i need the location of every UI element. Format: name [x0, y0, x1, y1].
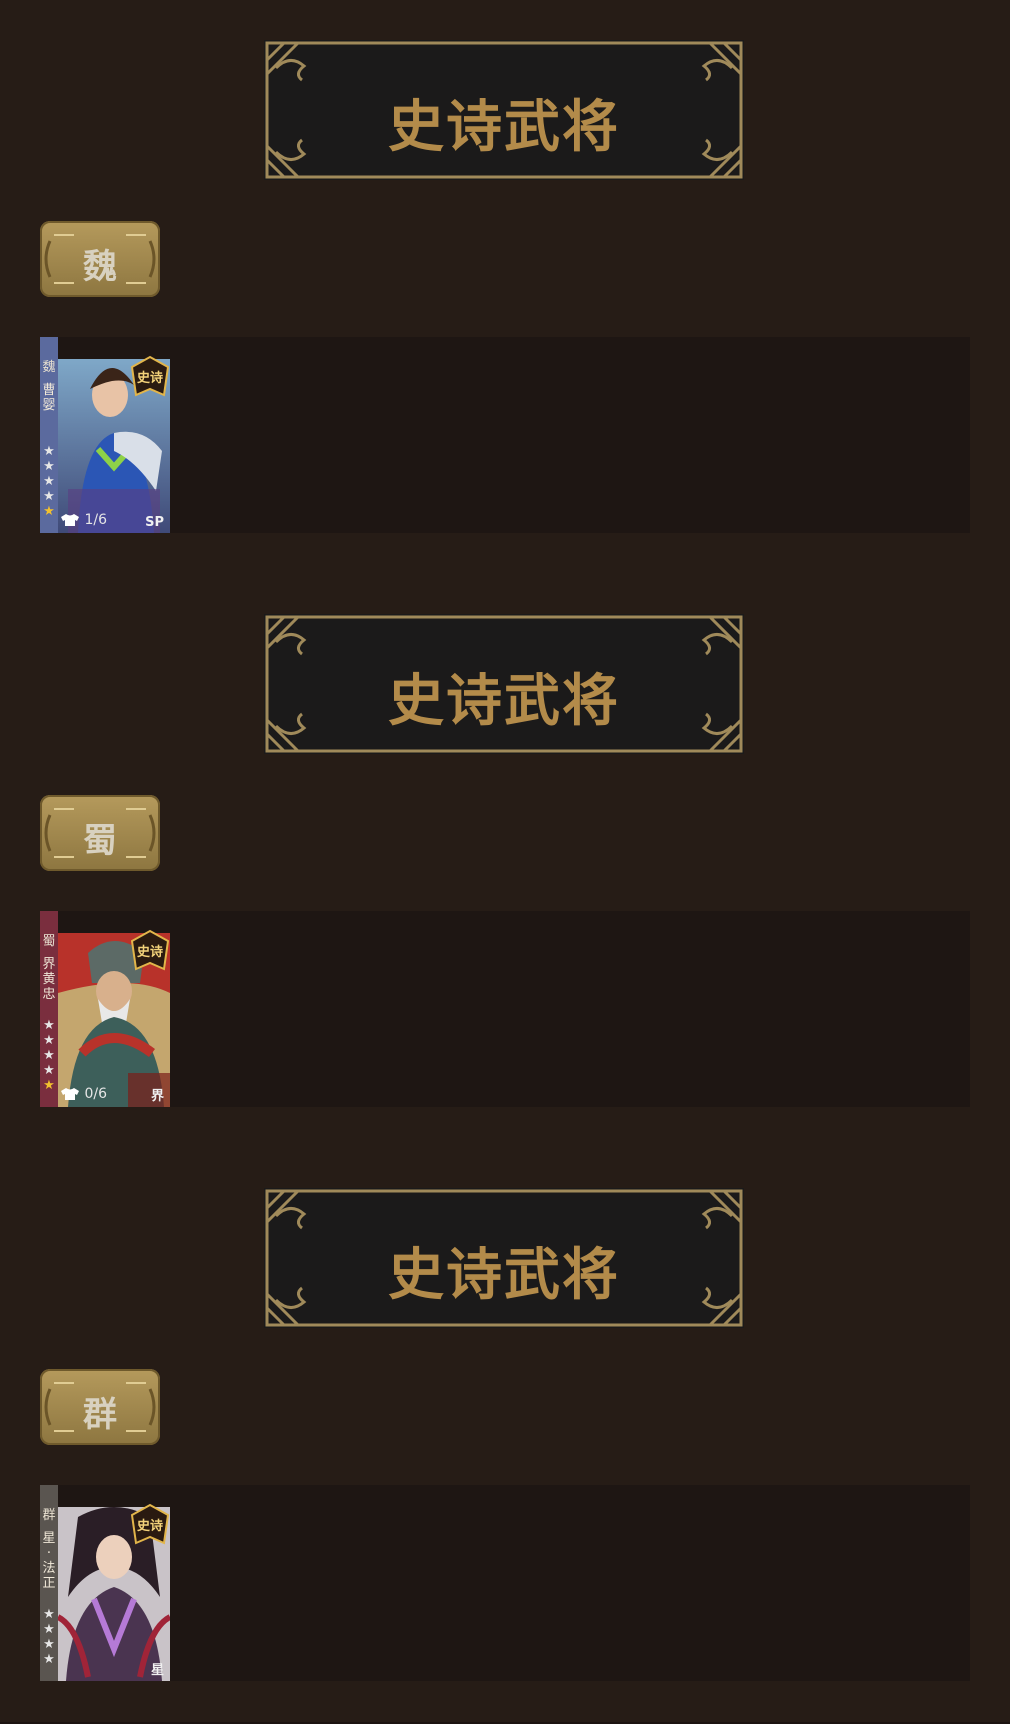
epic-badge-icon: 史诗	[130, 355, 170, 397]
hero-card[interactable]: 蜀 界黄忠 ★ ★ ★ ★ ★ 史诗 0/6 界	[40, 911, 170, 1107]
hero-faction-mark: 魏	[42, 360, 56, 375]
star-icon: ★	[43, 1622, 55, 1637]
faction-tab-shu[interactable]: 蜀	[40, 795, 160, 871]
faction-label: 魏	[83, 247, 117, 287]
skin-count: 1/6	[60, 511, 107, 529]
star-icon: ★	[43, 1018, 55, 1033]
svg-text:史诗: 史诗	[137, 944, 163, 960]
section-title: 史诗武将	[388, 95, 620, 160]
hero-type-badge: 星	[150, 1663, 164, 1678]
skin-count-text: 1/6	[84, 512, 107, 528]
star-rating: ★ ★ ★ ★ ★	[42, 444, 56, 519]
hero-name: 界黄忠	[42, 957, 56, 1002]
section-epic-shu: 史诗武将 蜀 蜀 界黄忠 ★ ★ ★ ★ ★ 史诗 0/6 界	[0, 574, 1010, 1150]
shirt-icon	[61, 514, 79, 526]
hero-type-badge: 界	[150, 1089, 164, 1104]
star-icon: ★	[43, 474, 55, 489]
section-title: 史诗武将	[388, 1243, 620, 1308]
skin-count-text: 0/6	[84, 1086, 107, 1102]
hero-list: 魏 曹婴 ★ ★ ★ ★ ★ 史诗 1/6 SP	[40, 337, 970, 533]
star-icon: ★	[43, 504, 55, 519]
star-icon: ★	[43, 444, 55, 459]
star-icon: ★	[43, 489, 55, 504]
star-icon: ★	[43, 1063, 55, 1078]
hero-list: 群 星·法正 ★ ★ ★ ★ 史诗 星	[40, 1485, 970, 1681]
svg-text:史诗: 史诗	[137, 370, 163, 386]
star-rating: ★ ★ ★ ★ ★	[42, 1018, 56, 1093]
star-icon: ★	[43, 1652, 55, 1667]
star-icon: ★	[43, 1078, 55, 1093]
faction-label: 蜀	[83, 821, 117, 861]
star-icon: ★	[43, 1607, 55, 1622]
star-rating: ★ ★ ★ ★	[42, 1607, 56, 1667]
hero-card[interactable]: 魏 曹婴 ★ ★ ★ ★ ★ 史诗 1/6 SP	[40, 337, 170, 533]
epic-badge-icon: 史诗	[130, 929, 170, 971]
hero-name: 星·法正	[42, 1531, 56, 1591]
shirt-icon	[61, 1088, 79, 1100]
section-title-banner: 史诗武将	[264, 614, 744, 754]
hero-list: 蜀 界黄忠 ★ ★ ★ ★ ★ 史诗 0/6 界	[40, 911, 970, 1107]
section-title-banner: 史诗武将	[264, 1188, 744, 1328]
faction-label: 群	[83, 1395, 117, 1435]
skin-count: 0/6	[60, 1085, 107, 1103]
svg-text:史诗: 史诗	[137, 1518, 163, 1534]
hero-faction-mark: 蜀	[42, 934, 56, 949]
star-icon: ★	[43, 1048, 55, 1063]
faction-tab-wei[interactable]: 魏	[40, 221, 160, 297]
star-icon: ★	[43, 1637, 55, 1652]
star-icon: ★	[43, 459, 55, 474]
section-epic-wei: 史诗武将 魏 魏 曹婴 ★ ★ ★ ★ ★ 史诗 1/6 SP	[0, 0, 1010, 576]
faction-tab-qun[interactable]: 群	[40, 1369, 160, 1445]
section-title-banner: 史诗武将	[264, 40, 744, 180]
section-epic-qun: 史诗武将 群 群 星·法正 ★ ★ ★ ★ 史诗 星	[0, 1148, 1010, 1724]
hero-faction-mark: 群	[42, 1508, 56, 1523]
hero-card[interactable]: 群 星·法正 ★ ★ ★ ★ 史诗 星	[40, 1485, 170, 1681]
epic-badge-icon: 史诗	[130, 1503, 170, 1545]
section-title: 史诗武将	[388, 669, 620, 734]
hero-type-badge: SP	[145, 515, 164, 530]
hero-name: 曹婴	[42, 383, 56, 413]
star-icon: ★	[43, 1033, 55, 1048]
